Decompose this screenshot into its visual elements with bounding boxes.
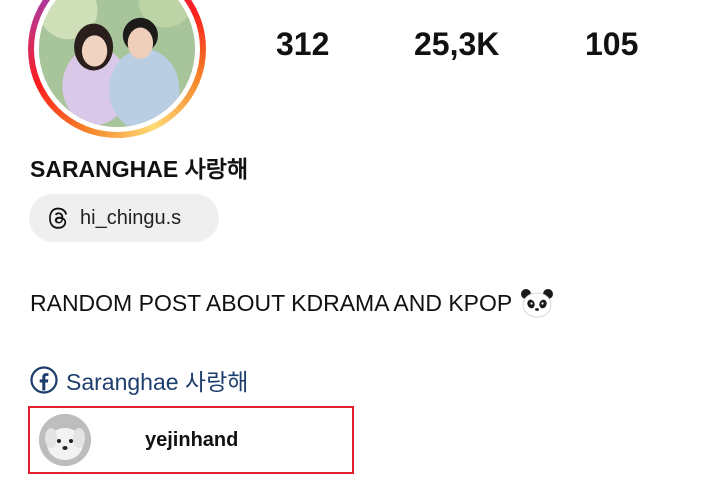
avatar-gap	[34, 0, 200, 132]
threads-link-button[interactable]: hi_chingu.s	[29, 194, 219, 242]
profile-avatar[interactable]	[28, 0, 206, 138]
facebook-link[interactable]: Saranghae 사랑해	[30, 363, 248, 397]
followers-count[interactable]: 25,3K	[414, 26, 499, 63]
facebook-icon	[30, 366, 58, 394]
facebook-label: Saranghae 사랑해	[66, 369, 249, 395]
dog-avatar-illustration	[39, 414, 91, 466]
threads-icon	[46, 205, 72, 231]
tagged-username: yejinhand	[145, 428, 239, 451]
panda-icon	[520, 288, 554, 318]
following-count[interactable]: 105	[585, 26, 638, 63]
tagged-account[interactable]: yejinhand	[28, 406, 354, 474]
profile-photo-illustration	[39, 0, 195, 127]
bio: RANDOM POST ABOUT KDRAMA AND KPOP	[30, 288, 554, 318]
profile-photo-icon	[39, 0, 195, 127]
threads-handle: hi_chingu.s	[80, 206, 182, 229]
posts-count[interactable]: 312	[276, 26, 329, 63]
bio-text: RANDOM POST ABOUT KDRAMA AND KPOP	[30, 289, 513, 316]
profile-name: SARANGHAE 사랑해	[30, 156, 249, 182]
dog-avatar-icon	[39, 414, 91, 466]
